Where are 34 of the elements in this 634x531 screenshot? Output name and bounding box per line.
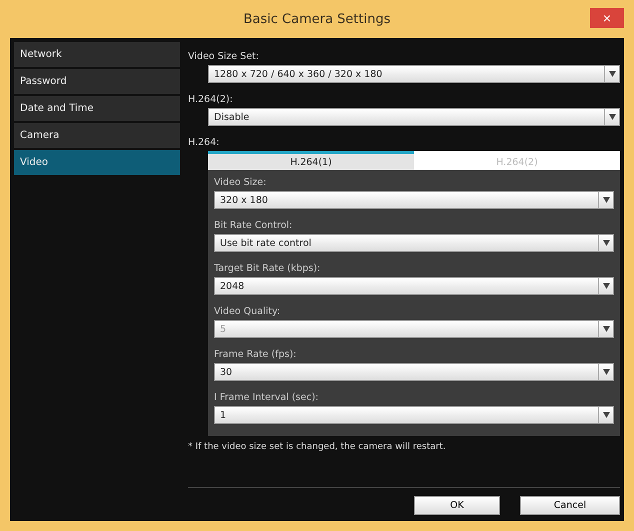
field-label: Video Size Set: <box>188 50 260 62</box>
field-label: H.264(2): <box>188 93 234 105</box>
dropdown[interactable]: 320 x 180 <box>214 191 614 209</box>
dropdown-arrow-icon[interactable] <box>608 114 616 120</box>
field-label: Frame Rate (fps): <box>214 348 298 360</box>
sidebar-item[interactable]: Camera <box>14 123 180 148</box>
section-label: H.264: <box>188 136 220 148</box>
dropdown-arrow-icon[interactable] <box>602 283 610 289</box>
dropdown-arrow-icon[interactable] <box>602 369 610 375</box>
dropdown[interactable]: Disable <box>208 108 620 126</box>
restart-note: * If the video size set is changed, the camera will restart. <box>188 442 447 452</box>
tab[interactable]: H.264(1) <box>208 151 414 170</box>
dropdown[interactable]: 30 <box>214 363 614 381</box>
dropdown-arrow-icon[interactable] <box>602 240 610 246</box>
dropdown-arrow-icon[interactable] <box>602 412 610 418</box>
sidebar-item[interactable]: Password <box>14 69 180 94</box>
field-label: Target Bit Rate (kbps): <box>214 262 322 274</box>
dialog-button[interactable]: OK <box>414 496 500 515</box>
dialog-button[interactable]: Cancel <box>520 496 620 515</box>
dropdown-arrow-icon[interactable] <box>602 197 610 203</box>
field-label: Video Quality: <box>214 305 282 317</box>
sidebar-item[interactable]: Date and Time <box>14 96 180 121</box>
field-label: I Frame Interval (sec): <box>214 391 320 403</box>
dropdown[interactable]: 1280 x 720 / 640 x 360 / 320 x 180 <box>208 65 620 83</box>
sidebar-item[interactable]: Video <box>14 150 180 175</box>
dropdown[interactable]: 1 <box>214 406 614 424</box>
sidebar-item[interactable]: Network <box>14 42 180 67</box>
dropdown[interactable]: Use bit rate control <box>214 234 614 252</box>
dropdown-arrow-icon[interactable] <box>608 71 616 77</box>
dropdown[interactable]: 2048 <box>214 277 614 295</box>
close-button[interactable]: × <box>590 8 624 28</box>
window-title: Basic Camera Settings <box>243 12 391 26</box>
field-label: Video Size: <box>214 176 268 188</box>
field-label: Bit Rate Control: <box>214 219 294 231</box>
